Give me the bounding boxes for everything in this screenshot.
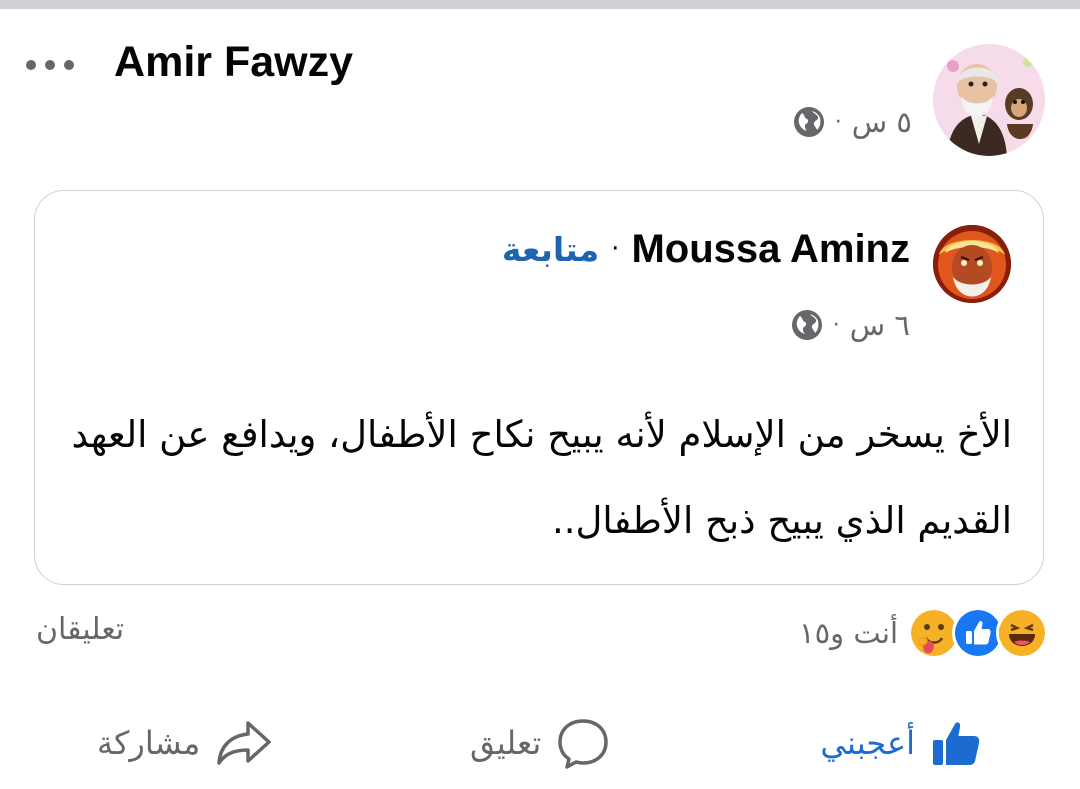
more-dot <box>64 60 74 70</box>
more-dot <box>45 60 55 70</box>
globe-icon <box>791 310 822 340</box>
more-dot <box>26 60 36 70</box>
haha-icon <box>996 607 1048 659</box>
avatar-image <box>933 225 1011 303</box>
top-divider <box>0 0 1080 9</box>
author-avatar[interactable] <box>933 44 1045 156</box>
post-timestamp[interactable]: ٥ س <box>852 105 912 139</box>
share-button[interactable]: مشاركة <box>97 708 274 778</box>
shared-post-timestamp[interactable]: ٦ س <box>850 308 910 342</box>
share-arrow-icon <box>217 721 272 765</box>
post-author-name[interactable]: Amir Fawzy <box>114 38 353 87</box>
comment-bubble-icon <box>558 719 609 769</box>
globe-icon <box>793 107 824 137</box>
shared-author-name[interactable]: Moussa Aminz <box>631 227 910 272</box>
reactions-count: أنت و١٥ <box>799 616 898 650</box>
shared-author-avatar[interactable] <box>933 225 1011 303</box>
avatar-image <box>933 44 1045 156</box>
like-button[interactable]: أعجبني <box>820 708 985 778</box>
shared-post-text: الأخ يسخر من الإسلام لأنه يبيح نكاح الأط… <box>71 413 1012 542</box>
comments-count-link[interactable]: تعليقان <box>36 612 124 647</box>
comment-button[interactable]: تعليق <box>470 708 611 778</box>
reactions-summary[interactable]: أنت و١٥ <box>799 606 1048 660</box>
action-bar: أعجبني تعليق مشاركة <box>0 708 1080 778</box>
more-options-button[interactable] <box>26 50 86 80</box>
shared-post-meta: · ٦ س <box>791 308 910 342</box>
shared-post-header: متابعة · Moussa Aminz <box>501 226 910 272</box>
follow-button[interactable]: متابعة <box>502 230 599 269</box>
thumbs-up-icon <box>933 722 980 765</box>
post-meta: · ٥ س <box>793 105 912 139</box>
